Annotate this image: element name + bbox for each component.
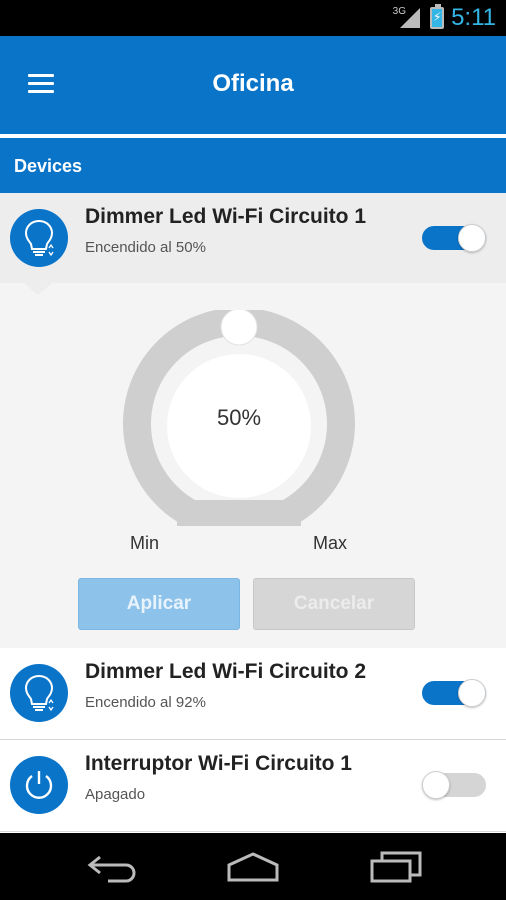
device-status: Encendido al 92% <box>85 694 206 711</box>
section-header: Devices <box>0 138 506 193</box>
status-bar: 3G ⚡ 5:11 <box>0 0 506 36</box>
dimmer-value: 50% <box>216 405 262 430</box>
device-name: Dimmer Led Wi-Fi Circuito 2 <box>85 660 367 683</box>
recent-apps-icon[interactable] <box>368 851 424 883</box>
device-toggle[interactable] <box>422 224 486 252</box>
dial-knob[interactable] <box>220 308 258 346</box>
page-title: Oficina <box>212 70 294 97</box>
bulb-icon <box>10 664 68 722</box>
device-row-dimmer-1[interactable]: Dimmer Led Wi-Fi Circuito 1 Encendido al… <box>0 193 506 285</box>
pointer-notch <box>24 283 52 295</box>
device-row-switch-1[interactable]: Interruptor Wi-Fi Circuito 1 Apagado <box>0 740 506 832</box>
device-toggle[interactable] <box>422 771 486 799</box>
device-status: Apagado <box>85 786 146 803</box>
apply-button[interactable]: Aplicar <box>78 578 240 630</box>
cancel-button[interactable]: Cancelar <box>253 578 415 630</box>
dimmer-panel: 50% Min Max Aplicar Cancelar <box>0 283 506 648</box>
device-toggle[interactable] <box>422 679 486 707</box>
signal-icon <box>400 8 420 28</box>
app-bar: Oficina <box>0 36 506 134</box>
device-status: Encendido al 50% <box>85 239 206 256</box>
battery-charging-icon: ⚡ <box>430 4 444 29</box>
power-icon <box>10 756 68 814</box>
device-name: Interruptor Wi-Fi Circuito 1 <box>85 752 352 775</box>
device-list: Dimmer Led Wi-Fi Circuito 1 Encendido al… <box>0 193 506 833</box>
home-icon[interactable] <box>225 851 281 883</box>
back-icon[interactable] <box>86 851 142 883</box>
status-time: 5:11 <box>451 4 496 31</box>
dial-min-label: Min <box>130 533 160 553</box>
device-row-dimmer-2[interactable]: Dimmer Led Wi-Fi Circuito 2 Encendido al… <box>0 648 506 740</box>
section-title: Devices <box>14 156 83 176</box>
navigation-bar <box>0 833 506 900</box>
device-name: Dimmer Led Wi-Fi Circuito 1 <box>85 205 367 228</box>
dimmer-dial[interactable]: 50% <box>123 307 355 542</box>
dial-max-label: Max <box>313 533 348 553</box>
bulb-icon <box>10 209 68 267</box>
